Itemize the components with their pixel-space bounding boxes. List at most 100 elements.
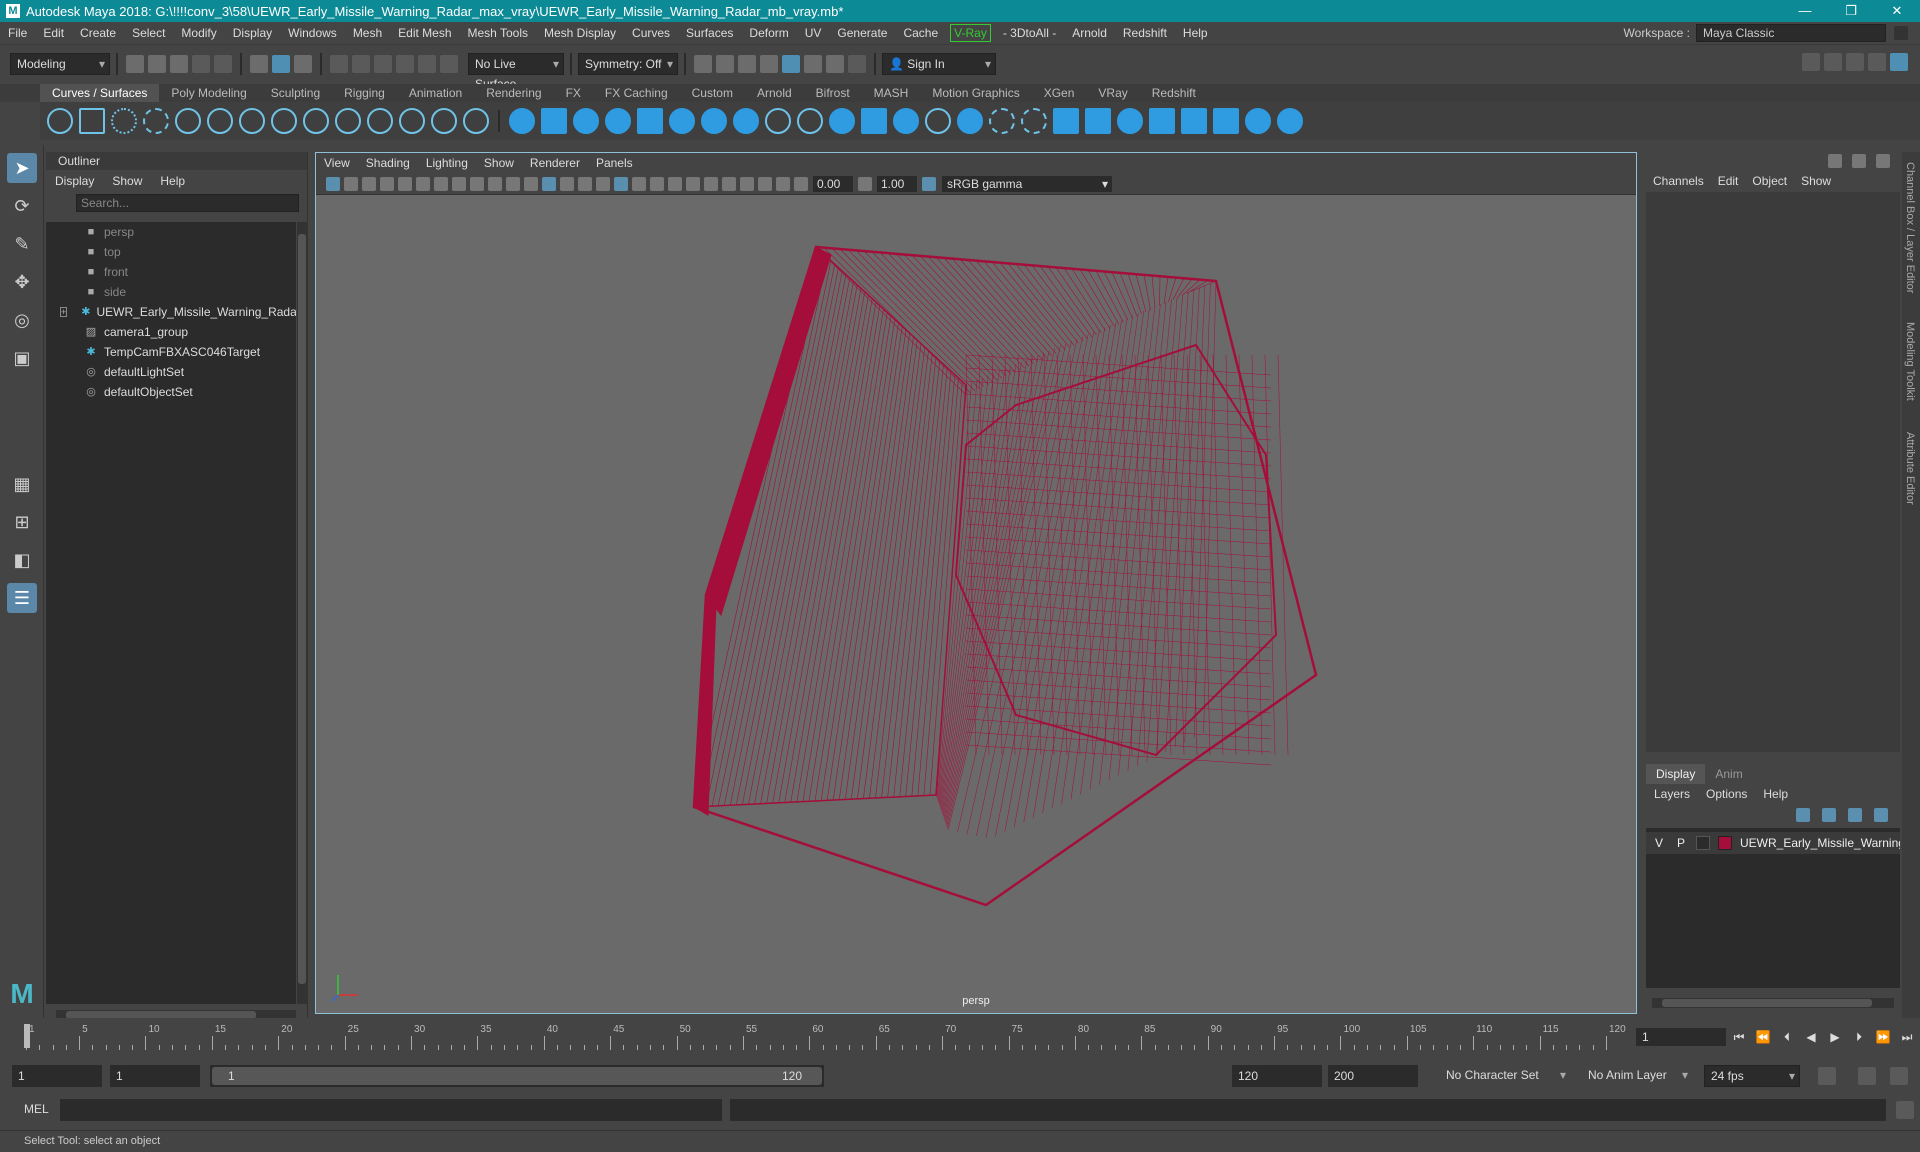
snap-surface-icon[interactable] xyxy=(418,54,436,73)
nurbs-sphere-icon[interactable] xyxy=(509,108,535,134)
gamma-icon[interactable] xyxy=(858,176,872,191)
character-controls-icon[interactable] xyxy=(1824,53,1842,71)
outliner-menu-help[interactable]: Help xyxy=(151,174,194,188)
animation-preferences-icon[interactable] xyxy=(1890,1067,1908,1085)
snap-grid-icon[interactable] xyxy=(330,54,348,73)
tool-settings-toggle-icon[interactable] xyxy=(1876,154,1890,168)
workspace-dropdown[interactable]: Maya Classic xyxy=(1696,24,1886,42)
untrim-icon[interactable] xyxy=(1085,108,1111,134)
nurbs-plane-icon[interactable] xyxy=(637,108,663,134)
current-time-marker[interactable] xyxy=(24,1024,30,1048)
scale-tool-icon[interactable]: ▣ xyxy=(7,343,37,373)
nurbs-cylinder-icon[interactable] xyxy=(573,108,599,134)
render-setup-icon[interactable] xyxy=(804,54,822,73)
menu-select[interactable]: Select xyxy=(124,22,173,44)
detach-surfaces-icon[interactable] xyxy=(1213,108,1239,134)
insert-isoparm-icon[interactable] xyxy=(957,108,983,134)
move-tool-icon[interactable]: ✥ xyxy=(7,267,37,297)
outliner-item-uewr-radar[interactable]: + ✱ UEWR_Early_Missile_Warning_Radar_ xyxy=(46,302,296,322)
cv-curve-icon[interactable] xyxy=(175,108,201,134)
outliner-menu-display[interactable]: Display xyxy=(46,174,103,188)
outliner-item-side[interactable]: ■ side xyxy=(46,282,296,302)
nurbs-circle-icon[interactable] xyxy=(47,108,73,134)
use-all-lights-icon[interactable] xyxy=(614,176,628,191)
new-empty-layer-icon[interactable] xyxy=(1848,808,1862,822)
paint-select-tool-icon[interactable]: ✎ xyxy=(7,229,37,259)
layer-horizontal-scrollbar[interactable] xyxy=(1652,998,1894,1008)
playback-end-field[interactable]: 120 xyxy=(1232,1065,1322,1087)
channel-box-menu-show[interactable]: Show xyxy=(1794,174,1838,188)
curve-intersect-icon[interactable] xyxy=(239,108,265,134)
hypershade-icon[interactable] xyxy=(782,54,800,73)
shelf-tab-motion-graphics[interactable]: Motion Graphics xyxy=(920,84,1031,102)
rotate-tool-icon[interactable]: ◎ xyxy=(7,305,37,335)
image-plane-icon[interactable] xyxy=(380,176,394,191)
viewport-menu-renderer[interactable]: Renderer xyxy=(522,156,588,170)
go-to-end-button[interactable]: ⏭ xyxy=(1898,1028,1916,1046)
gamma-field[interactable]: 1.00 xyxy=(877,175,917,192)
animation-end-field[interactable]: 200 xyxy=(1328,1065,1418,1087)
shelf-tab-rigging[interactable]: Rigging xyxy=(332,84,397,102)
arc-tool-icon[interactable] xyxy=(335,108,361,134)
channel-box-menu-object[interactable]: Object xyxy=(1745,174,1794,188)
channel-box-icon[interactable] xyxy=(1890,53,1908,71)
go-to-start-button[interactable]: ⏮ xyxy=(1730,1028,1748,1046)
playback-start-field[interactable]: 1 xyxy=(110,1065,200,1087)
shelf-tab-custom[interactable]: Custom xyxy=(680,84,745,102)
rebuild-curve-icon[interactable] xyxy=(367,108,393,134)
layer-menu-help[interactable]: Help xyxy=(1755,784,1796,804)
current-frame-field[interactable]: 1 xyxy=(1636,1028,1726,1046)
move-layer-down-icon[interactable] xyxy=(1822,808,1836,822)
shelf-tab-curves-surfaces[interactable]: Curves / Surfaces xyxy=(40,84,160,102)
play-forward-button[interactable]: ▶ xyxy=(1826,1028,1844,1046)
grease-pencil-icon[interactable] xyxy=(416,176,430,191)
camera-attributes-icon[interactable] xyxy=(344,176,358,191)
planar-icon[interactable] xyxy=(765,108,791,134)
new-layer-from-selection-icon[interactable] xyxy=(1874,808,1888,822)
lasso-tool-icon[interactable]: ⟳ xyxy=(7,191,37,221)
menu-mesh-tools[interactable]: Mesh Tools xyxy=(460,22,536,44)
loft-icon[interactable] xyxy=(733,108,759,134)
viewport-menu-panels[interactable]: Panels xyxy=(588,156,641,170)
outliner-search-input[interactable]: Search... xyxy=(76,194,299,212)
outliner-item-default-object-set[interactable]: ◎ defaultObjectSet xyxy=(46,382,296,402)
channel-box-menu-channels[interactable]: Channels xyxy=(1646,174,1711,188)
menu-surfaces[interactable]: Surfaces xyxy=(678,22,741,44)
xray-icon[interactable] xyxy=(740,176,754,191)
render-view-icon[interactable] xyxy=(738,54,756,73)
exposure-icon[interactable] xyxy=(794,176,808,191)
play-backward-button[interactable]: ◀ xyxy=(1802,1028,1820,1046)
undo-icon[interactable] xyxy=(192,54,210,73)
outliner-item-tempcam-target[interactable]: ✱ TempCamFBXASC046Target xyxy=(46,342,296,362)
light-editor-icon[interactable] xyxy=(826,54,844,73)
snap-point-icon[interactable] xyxy=(374,54,392,73)
auto-key-icon[interactable] xyxy=(1858,1067,1876,1085)
loop-icon[interactable] xyxy=(1818,1067,1836,1085)
outliner-item-top[interactable]: ■ top xyxy=(46,242,296,262)
command-input[interactable] xyxy=(60,1099,722,1121)
intersect-surfaces-icon[interactable] xyxy=(1021,108,1047,134)
outliner-item-default-light-set[interactable]: ◎ defaultLightSet xyxy=(46,362,296,382)
menuset-dropdown[interactable]: Modeling xyxy=(10,52,110,75)
layer-color-swatch[interactable] xyxy=(1718,836,1732,850)
attach-curves-icon[interactable] xyxy=(271,108,297,134)
layer-display-type-toggle[interactable] xyxy=(1696,836,1710,850)
menu-redshift[interactable]: Redshift xyxy=(1115,22,1175,44)
project-curve-icon[interactable] xyxy=(989,108,1015,134)
bookmark-icon[interactable] xyxy=(362,176,376,191)
viewport-menu-show[interactable]: Show xyxy=(476,156,522,170)
shelf-tab-sculpting[interactable]: Sculpting xyxy=(259,84,332,102)
menu-mesh[interactable]: Mesh xyxy=(345,22,390,44)
layer-visibility-toggle[interactable]: V xyxy=(1652,836,1666,850)
layer-menu-layers[interactable]: Layers xyxy=(1646,784,1698,804)
snap-curve-icon[interactable] xyxy=(352,54,370,73)
gate-mask-icon[interactable] xyxy=(488,176,502,191)
outliner-vertical-scrollbar[interactable] xyxy=(297,222,307,1004)
ep-curve-icon[interactable] xyxy=(111,108,137,134)
birail-icon[interactable] xyxy=(829,108,855,134)
depth-of-field-icon[interactable] xyxy=(704,176,718,191)
menu-file[interactable]: File xyxy=(0,22,35,44)
bevel-plus-icon[interactable] xyxy=(925,108,951,134)
xray-components-icon[interactable] xyxy=(776,176,790,191)
menu-modify[interactable]: Modify xyxy=(173,22,224,44)
